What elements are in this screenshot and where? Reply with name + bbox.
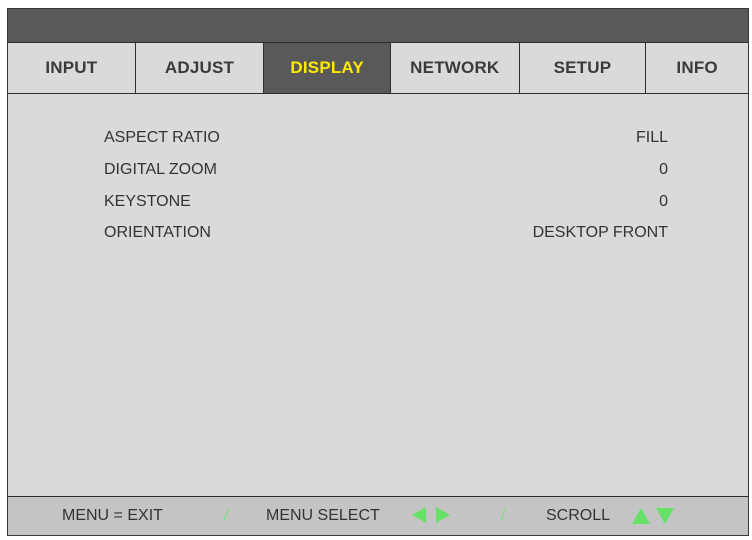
menu-item-label: ASPECT RATIO (104, 129, 220, 146)
menu-item-value: 0 (659, 193, 668, 210)
menu-item-orientation[interactable]: ORIENTATION DESKTOP FRONT (104, 220, 668, 246)
left-arrow-icon (412, 507, 426, 523)
footer-hint-bar: MENU = EXIT / MENU SELECT / SCROLL (8, 496, 748, 535)
menu-item-keystone[interactable]: KEYSTONE 0 (104, 189, 668, 215)
menu-item-digital-zoom[interactable]: DIGITAL ZOOM 0 (104, 157, 668, 183)
footer-separator: / (501, 507, 506, 524)
menu-item-value: DESKTOP FRONT (532, 224, 668, 241)
footer-separator: / (224, 507, 229, 524)
tab-network[interactable]: NETWORK (391, 43, 520, 93)
tab-info[interactable]: INFO (646, 43, 748, 93)
menu-item-label: DIGITAL ZOOM (104, 161, 217, 178)
tab-display[interactable]: DISPLAY (264, 43, 391, 93)
osd-menu-window: INPUT ADJUST DISPLAY NETWORK SETUP INFO … (7, 8, 749, 536)
menu-exit-hint: MENU = EXIT (62, 507, 163, 524)
tab-bar: INPUT ADJUST DISPLAY NETWORK SETUP INFO (8, 42, 748, 94)
right-arrow-icon (436, 507, 450, 523)
display-settings-panel: ASPECT RATIO FILL DIGITAL ZOOM 0 KEYSTON… (8, 94, 748, 496)
menu-item-label: ORIENTATION (104, 224, 211, 241)
title-bar (8, 9, 748, 42)
tab-input[interactable]: INPUT (8, 43, 136, 93)
menu-item-label: KEYSTONE (104, 193, 191, 210)
tab-adjust[interactable]: ADJUST (136, 43, 265, 93)
menu-item-value: 0 (659, 161, 668, 178)
scroll-hint: SCROLL (546, 507, 611, 524)
menu-select-hint: MENU SELECT (266, 507, 380, 524)
up-arrow-icon (632, 508, 650, 524)
tab-setup[interactable]: SETUP (520, 43, 647, 93)
down-arrow-icon (656, 508, 674, 524)
menu-item-aspect-ratio[interactable]: ASPECT RATIO FILL (104, 125, 668, 151)
menu-item-value: FILL (635, 129, 668, 146)
